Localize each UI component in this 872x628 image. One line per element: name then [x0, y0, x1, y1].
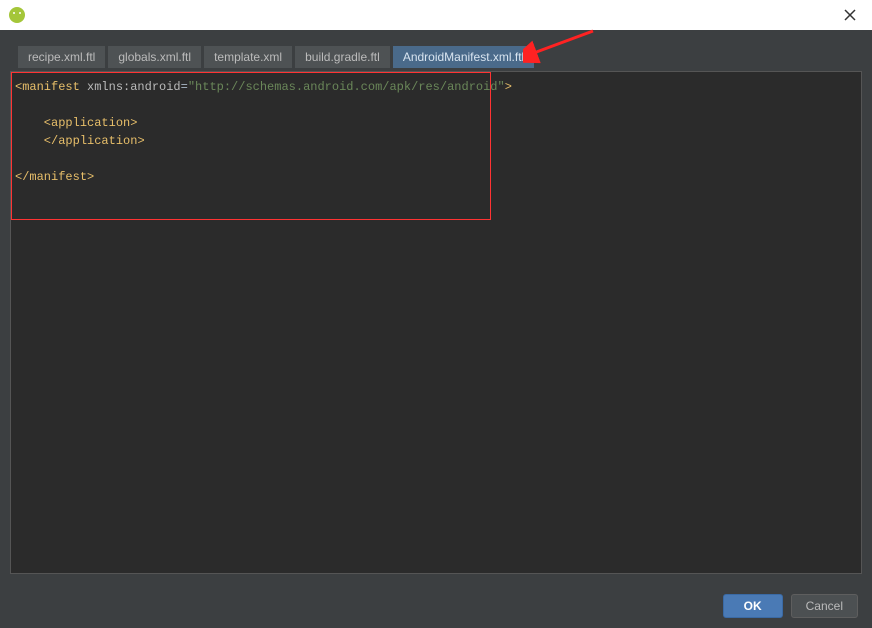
code-token: xmlns:android — [80, 80, 181, 94]
main-area: recipe.xml.ftl globals.xml.ftl template.… — [0, 30, 872, 622]
tab-template[interactable]: template.xml — [204, 46, 292, 68]
cancel-button[interactable]: Cancel — [791, 594, 858, 618]
code-token: application — [51, 116, 130, 130]
code-token: > — [130, 116, 137, 130]
code-editor[interactable]: < manifest xmlns:android="http://schemas.… — [10, 71, 862, 574]
close-button[interactable] — [840, 5, 860, 25]
arrow-annotation — [523, 26, 603, 71]
code-token: application — [58, 134, 137, 148]
code-token: = — [181, 80, 188, 94]
code-token: > — [87, 170, 94, 184]
tab-recipe[interactable]: recipe.xml.ftl — [18, 46, 105, 68]
code-token: manifest — [29, 170, 87, 184]
code-token: "http://schemas.android.com/apk/res/andr… — [188, 80, 505, 94]
android-studio-icon — [8, 6, 26, 24]
title-bar — [0, 0, 872, 30]
code-content: < manifest xmlns:android="http://schemas.… — [11, 72, 861, 192]
tab-globals[interactable]: globals.xml.ftl — [108, 46, 201, 68]
ok-button[interactable]: OK — [723, 594, 783, 618]
button-row: OK Cancel — [0, 584, 872, 628]
code-token: > — [137, 134, 144, 148]
tabs-row: recipe.xml.ftl globals.xml.ftl template.… — [0, 30, 872, 68]
tab-androidmanifest[interactable]: AndroidManifest.xml.ftl — [393, 46, 534, 68]
code-token: manifest — [22, 80, 80, 94]
tab-buildgradle[interactable]: build.gradle.ftl — [295, 46, 390, 68]
code-token: </ — [15, 170, 29, 184]
code-token: </ — [15, 134, 58, 148]
code-token: < — [15, 116, 51, 130]
code-token: > — [505, 80, 512, 94]
